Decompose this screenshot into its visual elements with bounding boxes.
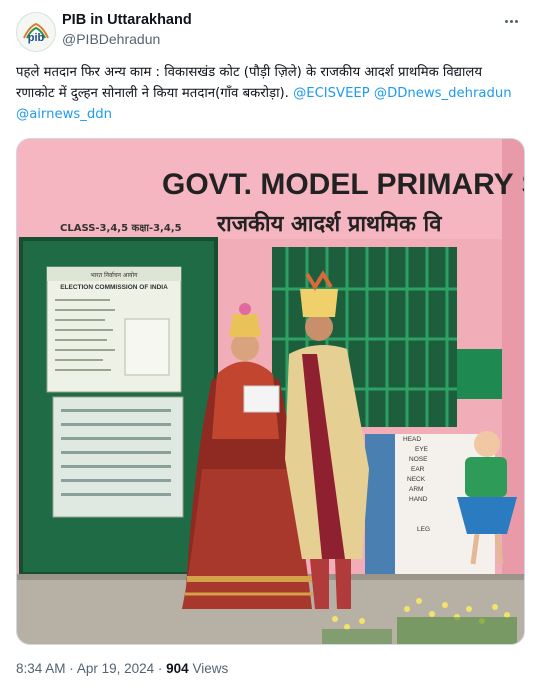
mural-label: NOSE	[409, 456, 428, 463]
meta-separator: ·	[69, 661, 74, 676]
mention-link[interactable]: @airnews_ddn	[16, 107, 112, 122]
views-count: 904	[166, 661, 189, 676]
views-label: Views	[192, 661, 229, 676]
mural-label: EYE	[415, 446, 429, 453]
more-options-button[interactable]	[497, 10, 525, 32]
dot-icon	[509, 19, 513, 23]
author-name[interactable]: PIB in Uttarakhand	[62, 12, 192, 28]
tweet[interactable]: pib PIB in Uttarakhand @PIBDehradun पहले…	[0, 0, 539, 691]
mention-link[interactable]: @DDnews_dehradun	[374, 86, 512, 101]
mural-label: HAND	[409, 496, 428, 503]
tweet-meta: 8:34 AM · Apr 19, 2024 · 904 Views	[16, 661, 228, 676]
tweet-photo[interactable]: GOVT. MODEL PRIMARY SCH राजकीय आदर्श प्र…	[16, 138, 525, 645]
dot-icon	[504, 19, 508, 23]
tweet-date[interactable]: Apr 19, 2024	[77, 661, 154, 676]
mention-link[interactable]: @ECISVEEP	[293, 86, 370, 101]
meta-separator: ·	[157, 661, 163, 676]
tweet-text: पहले मतदान फिर अन्य काम : विकासखंड कोट (…	[16, 62, 522, 125]
sign-english: GOVT. MODEL PRIMARY SCH	[162, 168, 524, 201]
mural-label: NECK	[407, 476, 426, 483]
poster-title-hindi: भारत निर्वाचन आयोग	[91, 271, 139, 279]
poster-title: ELECTION COMMISSION OF INDIA	[60, 284, 168, 291]
author-avatar[interactable]: pib	[16, 12, 56, 52]
dot-icon	[514, 19, 518, 23]
pib-logo-icon: pib	[17, 13, 55, 51]
mural-label: ARM	[409, 486, 423, 493]
avatar-text: pib	[28, 32, 45, 44]
class-text: CLASS-3,4,5 कक्षा-3,4,5	[60, 223, 182, 234]
mural-label: EAR	[411, 466, 425, 473]
sign-hindi: राजकीय आदर्श प्राथमिक वि	[216, 210, 442, 237]
photo-scene: GOVT. MODEL PRIMARY SCH राजकीय आदर्श प्र…	[17, 139, 524, 644]
mural-label: LEG	[417, 526, 430, 533]
mural-label: HEAD	[403, 436, 421, 443]
author-handle[interactable]: @PIBDehradun	[62, 31, 160, 47]
tweet-time[interactable]: 8:34 AM	[16, 661, 66, 676]
